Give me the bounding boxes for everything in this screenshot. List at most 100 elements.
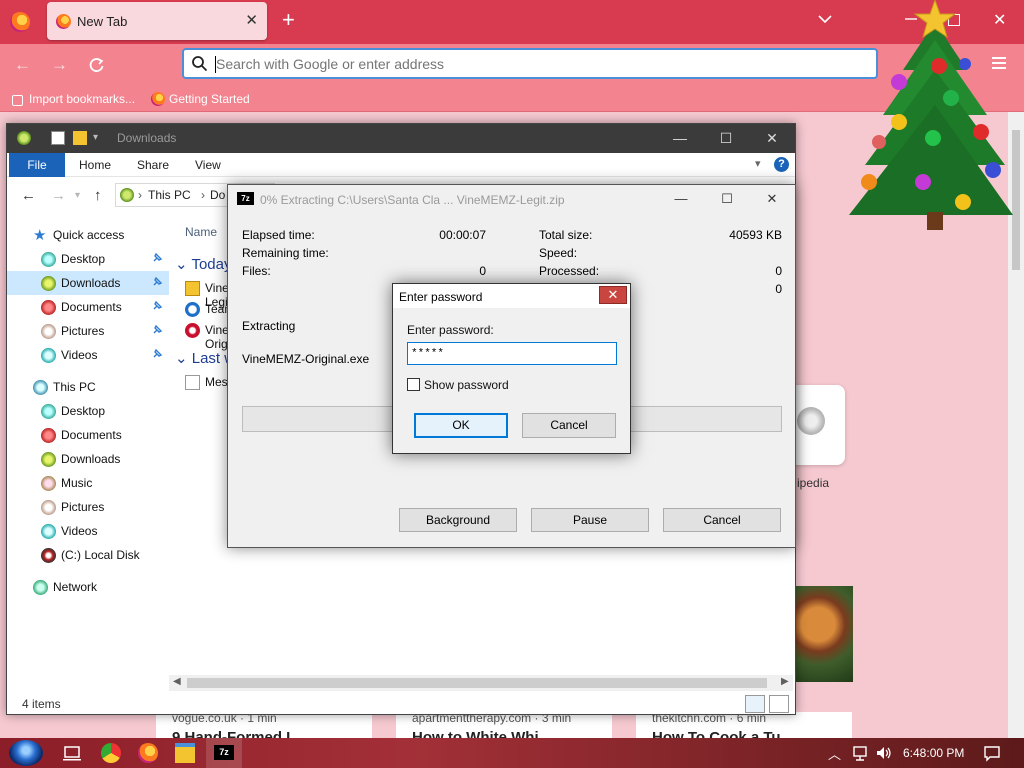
text-file-icon [185,375,200,390]
this-pc-icon [120,188,134,202]
list-all-tabs-icon[interactable] [818,12,832,26]
breadcrumb-this-pc[interactable]: This PC [148,188,191,202]
reload-icon[interactable] [88,57,105,74]
customize-qa-icon[interactable]: ▾ [93,131,107,145]
extraction-title-bar[interactable]: 7z 0% Extracting C:\Users\Santa Cla ... … [228,185,795,213]
packed-value: 0 [775,282,782,296]
back-arrow-icon[interactable]: ← [21,188,36,203]
network-tray-icon[interactable] [850,743,870,763]
scrollbar-thumb[interactable] [1012,130,1020,270]
chrome-icon[interactable] [101,743,121,763]
file-explorer-taskbar-icon[interactable] [175,743,195,763]
ok-button[interactable]: OK [414,413,508,438]
desktop-icon [41,252,56,267]
documents-icon [41,428,56,443]
maximize-icon[interactable]: ☐ [704,185,750,213]
nav-quick-documents[interactable]: Documents [7,295,169,319]
forward-arrow-icon[interactable]: → [51,56,68,73]
nav-quick-desktop[interactable]: Desktop [7,247,169,271]
7zip-taskbar-icon[interactable]: 7z [214,745,234,760]
close-icon[interactable]: ✕ [749,185,795,213]
nav-pc-videos[interactable]: Videos [7,519,169,543]
nav-label: Documents [61,428,122,442]
nav-label: Music [61,476,93,490]
firefox-logo-icon[interactable] [10,12,30,32]
show-hidden-icons-icon[interactable]: ︿ [828,744,848,764]
tab-new-tab[interactable]: New Tab ✕ [47,2,267,40]
documents-icon [41,300,56,315]
cancel-button[interactable]: Cancel [522,413,616,438]
password-input[interactable] [407,342,617,365]
text-caret [215,56,216,73]
breadcrumb-downloads[interactable]: Do [210,188,225,202]
recent-locations-icon[interactable]: ▾ [75,188,80,203]
nav-pc-pictures[interactable]: Pictures [7,495,169,519]
new-folder-icon[interactable] [73,131,87,145]
forward-arrow-icon[interactable]: → [51,188,66,203]
minimize-icon[interactable]: — [658,185,704,213]
tab-close-icon[interactable]: ✕ [245,11,258,29]
large-icons-view-icon[interactable] [769,695,789,713]
new-tab-button[interactable]: + [282,9,295,31]
files-label: Files: [242,264,271,278]
clock[interactable]: 6:48:00 PM [903,746,964,760]
bookmark-getting-started[interactable]: Getting Started [151,92,250,106]
maximize-icon[interactable]: ☐ [703,124,749,153]
nav-label: Downloads [61,452,121,466]
taskbar: 7z ︿ 6:48:00 PM [0,738,1024,768]
back-arrow-icon[interactable]: ← [14,56,31,73]
password-dialog-title-bar[interactable]: Enter password ✕ [393,284,630,308]
item-count: 4 items [22,697,61,711]
notifications-icon[interactable] [982,743,1002,763]
help-icon[interactable]: ? [774,157,789,172]
show-password-label[interactable]: Show password [424,378,509,392]
details-view-icon[interactable] [745,695,765,713]
nav-pc-documents[interactable]: Documents [7,423,169,447]
videos-icon [41,524,56,539]
nav-network[interactable]: Network [7,575,169,599]
start-button[interactable] [9,740,43,766]
minimize-icon[interactable]: — [657,124,703,153]
expand-ribbon-icon[interactable]: ▾ [755,157,761,170]
background-button[interactable]: Background [399,508,517,532]
nav-quick-videos[interactable]: Videos [7,343,169,367]
explorer-title-bar[interactable]: ▾ Downloads — ☐ ✕ [7,124,795,153]
scroll-right-icon[interactable]: ▶ [781,676,789,687]
cancel-extraction-button[interactable]: Cancel [663,508,781,532]
close-icon[interactable]: ✕ [599,286,627,304]
horizontal-scrollbar[interactable]: ◀ ▶ [169,675,793,691]
tab-home[interactable]: Home [79,158,111,172]
nav-pc-local-disk[interactable]: (C:) Local Disk [7,543,169,567]
explorer-app-icon [17,131,31,145]
scrollbar-thumb[interactable] [187,678,767,688]
url-input[interactable] [214,54,854,74]
teamviewer-icon [185,302,200,317]
group-today[interactable]: ⌄ Today [175,255,232,273]
scroll-left-icon[interactable]: ◀ [173,676,181,687]
nav-quick-pictures[interactable]: Pictures [7,319,169,343]
firefox-taskbar-icon[interactable] [138,743,158,763]
tab-view[interactable]: View [195,158,221,172]
nav-this-pc[interactable]: This PC [7,375,169,399]
wikipedia-icon [797,407,825,435]
nav-pc-music[interactable]: Music [7,471,169,495]
nav-quick-downloads[interactable]: Downloads [7,271,169,295]
task-view-icon[interactable] [62,743,82,763]
tab-file[interactable]: File [9,153,65,177]
column-header-name[interactable]: Name [185,225,217,239]
pause-button[interactable]: Pause [531,508,649,532]
properties-icon[interactable] [51,131,65,145]
nav-pc-desktop[interactable]: Desktop [7,399,169,423]
close-icon[interactable]: ✕ [749,124,795,153]
files-value: 0 [479,264,486,278]
bookmark-import[interactable]: Import bookmarks... [12,92,135,106]
up-arrow-icon[interactable]: ↑ [94,188,102,203]
volume-icon[interactable] [874,743,894,763]
url-bar[interactable] [182,48,878,79]
show-password-checkbox[interactable] [407,378,420,391]
nav-pc-downloads[interactable]: Downloads [7,447,169,471]
nav-quick-access[interactable]: ★ Quick access [7,223,169,247]
tab-share[interactable]: Share [137,158,169,172]
story-card-image[interactable] [795,586,853,682]
nav-label: This PC [53,380,96,394]
